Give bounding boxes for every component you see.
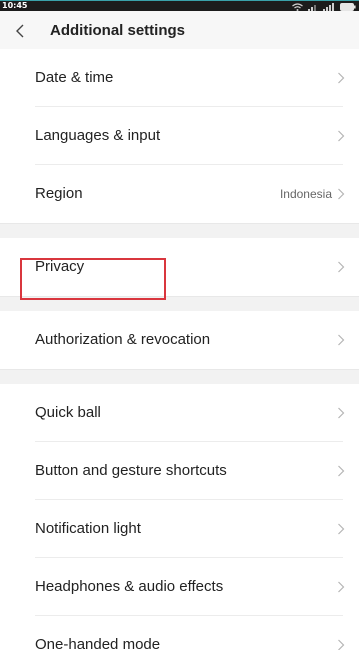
chevron-right-icon xyxy=(338,261,345,273)
screen: 10:45 Additional settings Date & time La… xyxy=(0,0,359,650)
row-label: Region xyxy=(35,185,83,202)
chevron-right-icon xyxy=(338,334,345,346)
battery-icon xyxy=(340,2,356,11)
section-gap xyxy=(0,369,359,384)
settings-row-date-time[interactable]: Date & time xyxy=(0,49,359,107)
settings-row-notification-light[interactable]: Notification light xyxy=(0,500,359,558)
settings-group-privacy: Privacy xyxy=(0,238,359,296)
settings-row-privacy[interactable]: Privacy xyxy=(0,238,359,296)
row-label: Button and gesture shortcuts xyxy=(35,462,227,479)
chevron-right-icon xyxy=(338,523,345,535)
status-time: 10:45 xyxy=(2,1,28,10)
row-label: Date & time xyxy=(35,69,114,86)
settings-row-quick-ball[interactable]: Quick ball xyxy=(0,384,359,442)
page-title: Additional settings xyxy=(50,22,185,39)
row-label: Headphones & audio effects xyxy=(35,578,224,595)
settings-row-region[interactable]: Region Indonesia xyxy=(0,165,359,223)
section-gap xyxy=(0,296,359,311)
chevron-right-icon xyxy=(338,465,345,477)
chevron-left-icon[interactable] xyxy=(12,22,30,40)
settings-group-authorization: Authorization & revocation xyxy=(0,311,359,369)
settings-row-button-gesture-shortcuts[interactable]: Button and gesture shortcuts xyxy=(0,442,359,500)
settings-row-languages-input[interactable]: Languages & input xyxy=(0,107,359,165)
row-label: Languages & input xyxy=(35,127,161,144)
row-label: Notification light xyxy=(35,520,141,537)
region-value: Indonesia xyxy=(279,187,332,201)
chevron-right-icon xyxy=(338,639,345,650)
settings-list: Date & time Languages & input Region Ind… xyxy=(0,49,359,650)
chevron-right-icon xyxy=(338,130,345,142)
row-label: Quick ball xyxy=(35,404,101,421)
row-label: Privacy xyxy=(35,258,85,275)
chevron-right-icon xyxy=(338,188,345,200)
signal-icon xyxy=(323,2,334,11)
wifi-icon xyxy=(292,2,303,11)
section-gap xyxy=(0,223,359,238)
settings-row-one-handed-mode[interactable]: One-handed mode xyxy=(0,616,359,650)
status-icons xyxy=(292,2,356,11)
chevron-right-icon xyxy=(338,72,345,84)
chevron-right-icon xyxy=(338,407,345,419)
chevron-right-icon xyxy=(338,581,345,593)
app-header: Additional settings xyxy=(0,11,359,49)
settings-row-authorization-revocation[interactable]: Authorization & revocation xyxy=(0,311,359,369)
settings-group-features: Quick ball Button and gesture shortcuts … xyxy=(0,384,359,650)
settings-row-headphones-audio[interactable]: Headphones & audio effects xyxy=(0,558,359,616)
row-label: One-handed mode xyxy=(35,636,161,650)
settings-group-general: Date & time Languages & input Region Ind… xyxy=(0,49,359,223)
status-bar: 10:45 xyxy=(0,0,359,11)
signal-icon xyxy=(308,4,316,11)
row-label: Authorization & revocation xyxy=(35,331,211,348)
